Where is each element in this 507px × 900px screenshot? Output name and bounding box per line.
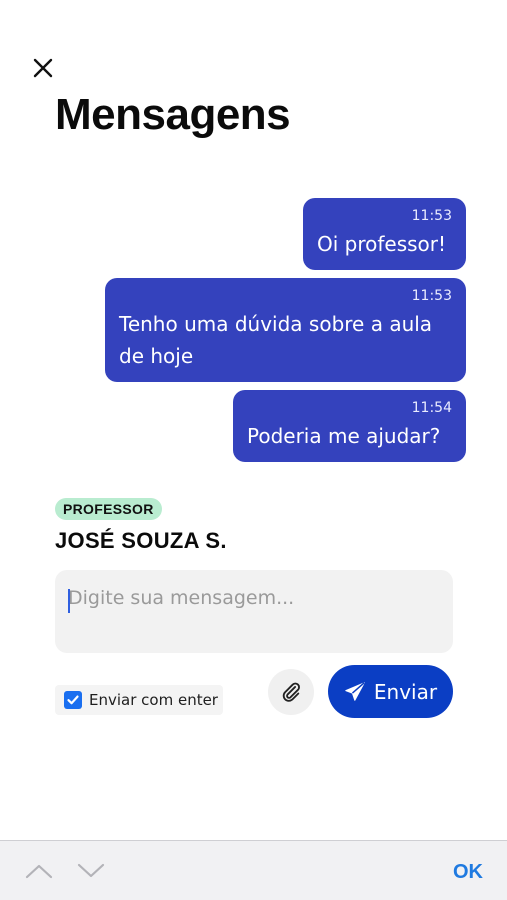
send-with-enter-toggle[interactable]: Enviar com enter: [55, 685, 223, 715]
send-button-label: Enviar: [373, 679, 438, 704]
attach-button[interactable]: [268, 669, 314, 715]
message-input[interactable]: [55, 570, 453, 653]
keyboard-accessory-bar: OK: [0, 840, 507, 900]
previous-field-button[interactable]: [24, 861, 54, 881]
role-badge: PROFESSOR: [55, 498, 162, 520]
checkmark-icon: [67, 695, 79, 705]
send-with-enter-label: Enviar com enter: [89, 691, 218, 709]
paperclip-icon: [282, 682, 300, 702]
recipient-name: JOSÉ SOUZA S.: [55, 528, 227, 553]
message-bubble: 11:54 Poderia me ajudar?: [233, 390, 466, 462]
send-button[interactable]: Enviar: [328, 665, 453, 718]
next-field-button[interactable]: [76, 861, 106, 881]
message-text: Poderia me ajudar?: [247, 424, 441, 448]
text-caret: [68, 589, 70, 613]
send-with-enter-checkbox[interactable]: [64, 691, 82, 709]
message-time: 11:53: [411, 288, 452, 304]
message-bubble: 11:53 Oi professor!: [303, 198, 466, 270]
chevron-down-icon: [77, 863, 105, 878]
message-bubble: 11:53 Tenho uma dúvida sobre a aula de h…: [105, 278, 466, 382]
page-title: Mensagens: [55, 90, 291, 139]
message-time: 11:54: [411, 400, 452, 416]
messages-screen: Mensagens 11:53 Oi professor! 11:53 Tenh…: [0, 0, 507, 900]
message-text: Oi professor!: [317, 232, 447, 256]
message-time: 11:53: [411, 208, 452, 224]
chevron-up-icon: [25, 864, 53, 879]
close-button[interactable]: [28, 53, 58, 83]
message-text: Tenho uma dúvida sobre a aula de hoje: [119, 312, 433, 368]
paper-plane-icon: [345, 681, 365, 701]
keyboard-ok-button[interactable]: OK: [453, 861, 483, 884]
close-icon: [33, 58, 53, 78]
